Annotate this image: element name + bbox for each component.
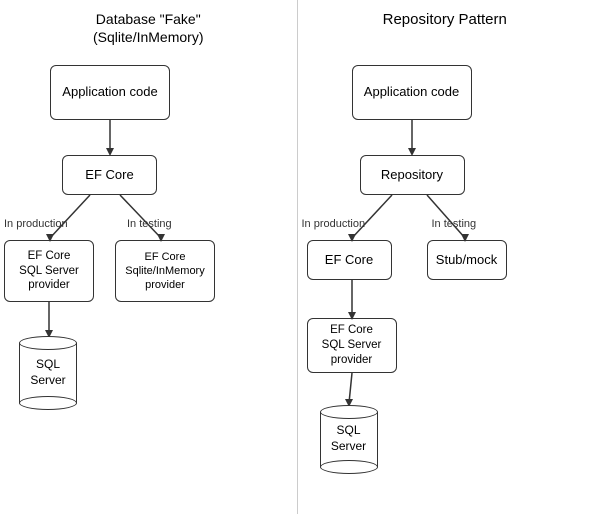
left-app-code-box: Application code (50, 65, 170, 120)
left-title-line1: Database "Fake" (96, 11, 201, 27)
left-efcore-box: EF Core (62, 155, 157, 195)
right-stub-label: Stub/mock (436, 252, 497, 269)
left-efcore-sql-box: EF Core SQL Server provider (4, 240, 94, 302)
right-efcore-sql-box: EF Core SQL Server provider (307, 318, 397, 373)
diagram-container: Database "Fake" (Sqlite/InMemory) Applic… (0, 0, 593, 514)
right-diagram: Repository Pattern Application code Repo… (297, 0, 593, 514)
right-stub-box: Stub/mock (427, 240, 507, 280)
left-efcore-label: EF Core (85, 167, 133, 184)
left-efcore-sql-label: EF Core SQL Server provider (19, 249, 79, 294)
right-efcore-sql-label: EF Core SQL Server provider (322, 323, 382, 368)
left-diagram: Database "Fake" (Sqlite/InMemory) Applic… (0, 0, 297, 514)
left-prod-label: In production (4, 218, 68, 230)
right-efcore-label: EF Core (325, 252, 373, 269)
right-title: Repository Pattern (297, 10, 593, 30)
right-repository-label: Repository (381, 167, 443, 184)
left-efcore-sqlite-label: EF Core Sqlite/InMemory provider (125, 250, 204, 293)
right-app-code-box: Application code (352, 65, 472, 120)
right-app-code-label: Application code (364, 84, 459, 101)
right-test-label: In testing (432, 218, 477, 230)
right-sqlserver-label: SQL Server (331, 423, 366, 454)
left-sqlserver-cylinder: SQL Server (18, 336, 78, 417)
right-prod-label: In production (302, 218, 366, 230)
left-title-line2: (Sqlite/InMemory) (93, 29, 203, 45)
right-repository-box: Repository (360, 155, 465, 195)
right-title-label: Repository Pattern (383, 11, 507, 28)
left-title: Database "Fake" (Sqlite/InMemory) (0, 10, 297, 46)
left-sqlserver-label: SQL Server (30, 357, 65, 388)
right-sqlserver-cylinder: SQL Server (319, 405, 379, 481)
left-app-code-label: Application code (62, 84, 157, 101)
right-efcore-box: EF Core (307, 240, 392, 280)
left-efcore-sqlite-box: EF Core Sqlite/InMemory provider (115, 240, 215, 302)
left-test-label: In testing (127, 218, 172, 230)
